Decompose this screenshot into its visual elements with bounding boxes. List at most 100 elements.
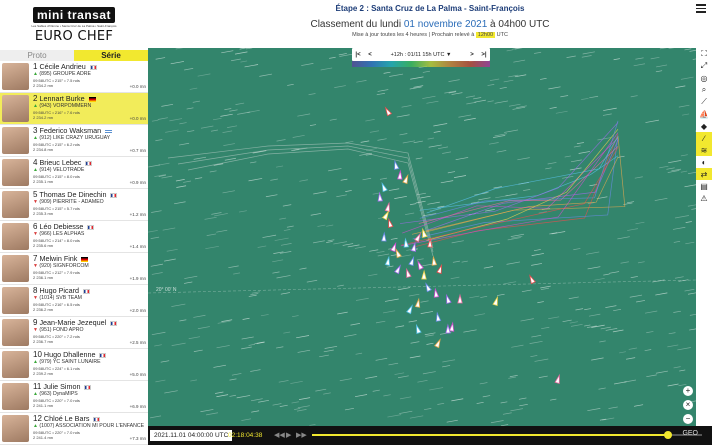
wind-streak bbox=[646, 374, 657, 378]
forecast-time-control: |< < +12h : 01/11 15h UTC ▼ > >| bbox=[352, 48, 490, 61]
wind-streak bbox=[162, 227, 176, 231]
forward-icon[interactable]: ▶▶ bbox=[296, 430, 307, 441]
table-icon[interactable]: ▤ bbox=[696, 180, 712, 192]
skipper-row[interactable]: 4 Brieuc Lebec ▲ (914) VELOTRADE 09:58UT… bbox=[0, 157, 148, 189]
wind-streak bbox=[324, 345, 338, 349]
rewind-icon[interactable]: ◀◀ bbox=[274, 430, 285, 441]
wind-streak bbox=[508, 103, 521, 107]
skipper-distance: 2 241.1 mn bbox=[33, 403, 54, 408]
expand-icon[interactable]: ⤢ bbox=[696, 60, 712, 72]
boat-marker bbox=[377, 191, 384, 202]
wind-streak bbox=[479, 382, 488, 385]
boat-marker bbox=[384, 106, 393, 117]
wind-streak bbox=[299, 267, 307, 270]
race-map[interactable]: 20° 00' N bbox=[148, 48, 696, 426]
trend-down-icon: ▼ bbox=[33, 263, 38, 269]
tab-serie[interactable]: Série bbox=[74, 50, 148, 61]
prev-step-button[interactable]: < bbox=[364, 52, 376, 58]
wind-streak bbox=[581, 55, 592, 58]
category-tabs: Proto Série bbox=[0, 50, 148, 61]
wind-streak bbox=[624, 379, 637, 383]
skipper-row[interactable]: 7 Melwin Fink ▼ (920) SIGNFORCOM 09:58UT… bbox=[0, 253, 148, 285]
wind-streak bbox=[375, 357, 388, 361]
wind-streak bbox=[422, 70, 431, 73]
skipper-row[interactable]: 11 Julie Simon ▲ (963) DynaMIPS 09:58UTC… bbox=[0, 381, 148, 413]
skipper-row[interactable]: 10 Hugo Dhallenne ▲ (979) YC SAINT LUNAI… bbox=[0, 349, 148, 381]
boat-name: (951) FOND APRO bbox=[39, 327, 84, 333]
ocean-icon[interactable]: ◐ bbox=[696, 156, 712, 168]
boats-icon[interactable]: ⛵ bbox=[696, 108, 712, 120]
wind-streak bbox=[328, 168, 342, 172]
skipper-row[interactable]: 8 Hugo Picard ▼ (1014) SVB TEAM 09:58UTC… bbox=[0, 285, 148, 317]
skipper-row[interactable]: 3 Federico Waksman ▲ (912) LIKE CRAZY UR… bbox=[0, 125, 148, 157]
wind-streak bbox=[151, 331, 166, 336]
zoom-out-button[interactable]: − bbox=[683, 414, 693, 424]
locate-icon[interactable]: ◎ bbox=[696, 72, 712, 84]
next-step-button[interactable]: > bbox=[466, 52, 478, 58]
wind-streak bbox=[149, 415, 162, 419]
timeline-handle[interactable] bbox=[664, 431, 672, 439]
wind-streak bbox=[495, 195, 509, 199]
fullscreen-icon[interactable]: ⛶ bbox=[696, 48, 712, 60]
wind-streak bbox=[240, 60, 248, 63]
boat-marker bbox=[388, 217, 394, 228]
wind-streak bbox=[206, 412, 219, 416]
skipper-row[interactable]: 1 Cécile Andrieu ▲ (895) GROUPE ADRE 09:… bbox=[0, 61, 148, 93]
wind-icon[interactable]: ≋ bbox=[696, 144, 712, 156]
wind-streak bbox=[150, 236, 160, 239]
skipper-row[interactable]: 5 Thomas De Dinechin ▼ (909) PIERRITE - … bbox=[0, 189, 148, 221]
wind-streak bbox=[673, 310, 681, 313]
warning-icon[interactable]: ⚠ bbox=[696, 192, 712, 204]
play-icon[interactable]: ▶ bbox=[286, 430, 291, 441]
timeline-slider[interactable] bbox=[312, 431, 702, 439]
wind-streak bbox=[409, 355, 421, 359]
wind-streak bbox=[571, 323, 583, 327]
wind-streak bbox=[429, 387, 444, 391]
first-step-button[interactable]: |< bbox=[352, 52, 364, 58]
wind-streak bbox=[533, 249, 541, 252]
wind-streak bbox=[193, 156, 207, 160]
last-step-button[interactable]: >| bbox=[478, 52, 490, 58]
wind-streak bbox=[345, 140, 354, 144]
wind-streak bbox=[410, 76, 424, 80]
wind-streak bbox=[473, 97, 482, 100]
skipper-row[interactable]: 2 Lennart Burke ▲ (943) VORPOMMERN 09:58… bbox=[0, 93, 148, 125]
wind-streak bbox=[280, 292, 290, 295]
zoom-reset-button[interactable]: × bbox=[683, 400, 693, 410]
hamburger-menu-icon[interactable] bbox=[696, 4, 706, 13]
tag-icon[interactable]: ◆ bbox=[696, 120, 712, 132]
wind-streak bbox=[401, 105, 412, 108]
skipper-row[interactable]: 12 Chloé Le Bars ▲ (1007) ASSOCIATION MI… bbox=[0, 413, 148, 445]
wind-streak bbox=[390, 254, 398, 257]
wind-streak bbox=[510, 408, 523, 412]
wind-streak bbox=[383, 394, 391, 397]
wind-streak bbox=[193, 314, 206, 318]
wind-streak bbox=[236, 395, 251, 399]
zoom-search-icon[interactable]: ⌕ bbox=[696, 84, 712, 96]
wind-streak bbox=[413, 140, 423, 144]
forecast-time-select[interactable]: +12h : 01/11 15h UTC ▼ bbox=[376, 52, 466, 58]
ruler-icon[interactable]: ⇄ bbox=[696, 168, 712, 180]
skipper-row[interactable]: 9 Jean-Marie Jezequel ▼ (951) FOND APRO … bbox=[0, 317, 148, 349]
wind-streak bbox=[362, 177, 372, 181]
wind-streak bbox=[399, 396, 412, 400]
wind-streak bbox=[446, 419, 458, 423]
race-logo[interactable]: mini transat Les Sables d'Olonne • Santa… bbox=[0, 0, 148, 50]
wind-streak bbox=[573, 248, 581, 251]
wind-streak bbox=[150, 263, 164, 267]
boat-marker bbox=[408, 255, 415, 267]
skipper-distance: 2 235.1 mn bbox=[33, 179, 54, 184]
wind-streak bbox=[420, 300, 429, 303]
wind-streak bbox=[599, 340, 606, 343]
wind-streak bbox=[394, 372, 405, 375]
map-canvas[interactable]: 20° 00' N bbox=[148, 48, 696, 426]
route-icon[interactable]: ⟋ bbox=[696, 96, 712, 108]
trace-icon[interactable]: ∕ bbox=[696, 132, 712, 144]
timeline-progress bbox=[312, 434, 667, 436]
wind-streak bbox=[685, 221, 692, 223]
wind-streak bbox=[262, 234, 277, 238]
wind-streak bbox=[241, 346, 252, 350]
tab-proto[interactable]: Proto bbox=[0, 50, 74, 61]
zoom-in-button[interactable]: + bbox=[683, 386, 693, 396]
skipper-row[interactable]: 6 Léo Debiesse ▼ (966) LES ALPHAS 09:58U… bbox=[0, 221, 148, 253]
